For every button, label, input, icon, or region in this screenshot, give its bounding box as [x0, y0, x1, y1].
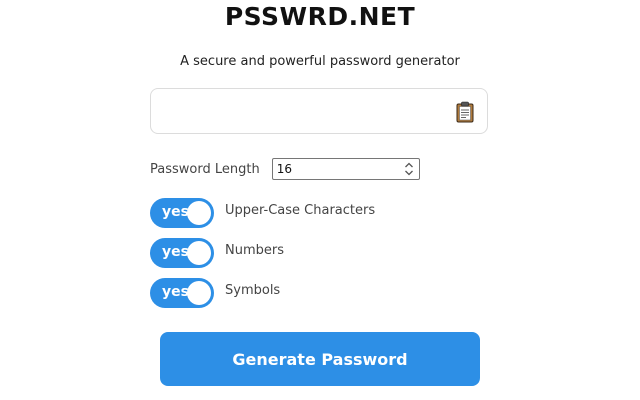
option-row-numbers: yes Numbers — [150, 238, 284, 268]
toggle-knob — [187, 281, 211, 305]
uppercase-toggle[interactable]: yes — [150, 198, 214, 228]
uppercase-toggle-text: yes — [162, 204, 189, 220]
generate-password-button[interactable]: Generate Password — [160, 332, 480, 386]
symbols-label: Symbols — [225, 282, 281, 298]
clipboard-icon[interactable] — [455, 101, 475, 123]
numbers-toggle[interactable]: yes — [150, 238, 214, 268]
numbers-toggle-text: yes — [162, 244, 189, 260]
option-row-uppercase: yes Upper-Case Characters — [150, 198, 375, 228]
toggle-knob — [187, 201, 211, 225]
numbers-label: Numbers — [225, 242, 284, 258]
option-row-symbols: yes Symbols — [150, 278, 280, 308]
symbols-toggle[interactable]: yes — [150, 278, 214, 308]
password-generator-page: PSSWRD.NET A secure and powerful passwor… — [0, 0, 640, 400]
password-length-value: 16 — [276, 162, 292, 176]
uppercase-label: Upper-Case Characters — [225, 202, 376, 218]
password-length-input[interactable]: 16 — [271, 158, 420, 180]
page-subtitle: A secure and powerful password generator — [180, 54, 460, 69]
page-title: PSSWRD.NET — [224, 2, 416, 31]
password-length-row: Password Length 16 — [150, 158, 420, 180]
password-length-label: Password Length — [150, 161, 260, 177]
symbols-toggle-text: yes — [162, 284, 189, 300]
toggle-knob — [187, 241, 211, 265]
spinner-arrows-icon[interactable] — [402, 161, 416, 177]
password-output-field[interactable] — [150, 88, 488, 134]
